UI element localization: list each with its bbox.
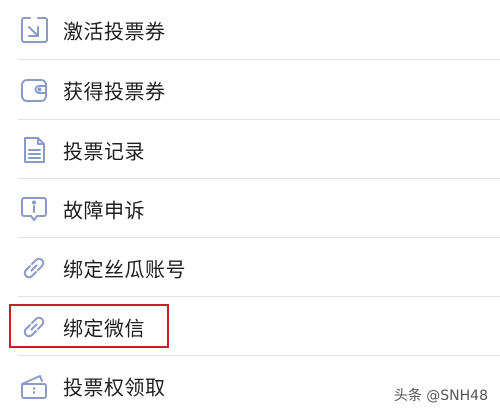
menu-item-get-ticket[interactable]: 获得投票券 [0, 60, 500, 119]
settings-screen: 激活投票券 获得投票券 投票记录 故障申诉 绑定丝瓜账号 绑定微信 投票权领取 … [0, 0, 500, 415]
activate-ticket-icon [18, 14, 50, 46]
menu-item-fault-appeal[interactable]: 故障申诉 [0, 179, 500, 238]
menu-item-label: 绑定丝瓜账号 [63, 257, 186, 281]
menu-item-label: 获得投票券 [63, 79, 166, 103]
wallet-icon [18, 74, 50, 106]
link-icon [18, 252, 50, 284]
menu-item-bind-wechat[interactable]: 绑定微信 [0, 297, 500, 356]
menu-item-bind-sigua-account[interactable]: 绑定丝瓜账号 [0, 238, 500, 297]
menu-item-label: 绑定微信 [63, 316, 145, 340]
document-icon [18, 134, 50, 166]
menu-item-activate-ticket[interactable]: 激活投票券 [0, 0, 500, 59]
menu-item-label: 投票权领取 [63, 375, 166, 399]
link-icon [18, 311, 50, 343]
menu-item-vote-record[interactable]: 投票记录 [0, 120, 500, 179]
ticket-icon [18, 370, 50, 402]
menu-item-label: 激活投票券 [63, 19, 166, 43]
info-bubble-icon [18, 193, 50, 225]
watermark: 头条 @SNH48 [389, 383, 492, 407]
menu-item-label: 故障申诉 [63, 198, 145, 222]
menu-item-label: 投票记录 [63, 139, 145, 163]
